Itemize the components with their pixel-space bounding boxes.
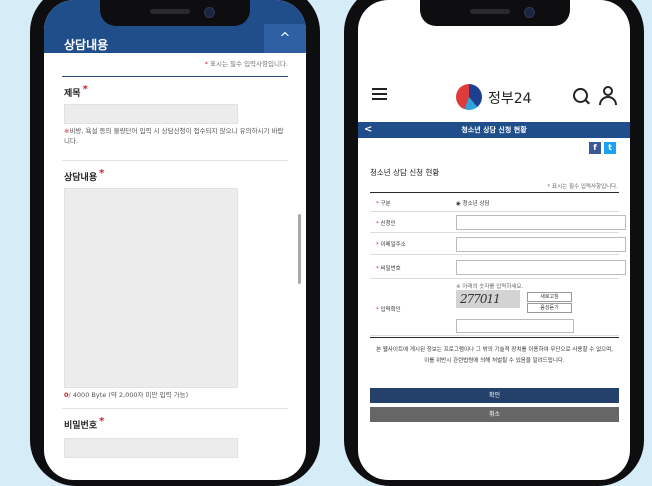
notice-line-1: 본 웹사이트에 게시된 정보는 프로그램이나 그 밖의 기술적 장치를 이용하여… bbox=[376, 347, 613, 353]
password-label: 비밀번호 * bbox=[64, 416, 105, 431]
gov24-logo-icon[interactable] bbox=[456, 84, 482, 110]
applicant-input[interactable] bbox=[456, 215, 626, 230]
form-row-applicant: * 신청인 bbox=[370, 212, 626, 233]
password-input[interactable] bbox=[456, 260, 626, 275]
required-star: * bbox=[204, 60, 208, 68]
twitter-share-icon[interactable]: t bbox=[604, 142, 616, 154]
collapse-toggle-button[interactable]: ^ bbox=[264, 24, 306, 53]
type-radio[interactable]: ◉ 청소년 상담 bbox=[456, 199, 490, 207]
left-phone-screen: 상담내용 ^ * 표시는 필수 입력사항입니다. 제목 * ※비방, 욕설 등의 … bbox=[44, 0, 306, 480]
required-note: * 표시는 필수 입력사항입니다. bbox=[205, 58, 288, 68]
audio-captcha-button[interactable]: 음성듣기 bbox=[527, 303, 572, 313]
phone-notch bbox=[420, 0, 570, 26]
left-phone-frame: 상담내용 ^ * 표시는 필수 입력사항입니다. 제목 * ※비방, 욕설 등의 … bbox=[30, 0, 320, 486]
copyright-notice: 본 웹사이트에 게시된 정보는 프로그램이나 그 밖의 기술적 장치를 이용하여… bbox=[370, 345, 619, 367]
facebook-share-icon[interactable]: f bbox=[589, 142, 601, 154]
password-label: * 비밀번호 bbox=[376, 266, 401, 272]
content-textarea[interactable] bbox=[64, 188, 238, 388]
title-input[interactable] bbox=[64, 104, 238, 124]
title-warning: ※비방, 욕설 등의 불량단어 입력 시 상담신청이 접수되지 않으니 유의하시… bbox=[64, 126, 289, 146]
captcha-label-text: 입력확인 bbox=[380, 307, 401, 313]
password-label-text: 비밀번호 bbox=[380, 266, 401, 272]
password-required-star: * bbox=[99, 416, 105, 427]
byte-counter: 0/ 4000 Byte (약 2,000자 미만 입력 가능) bbox=[64, 390, 289, 400]
phone-notch bbox=[100, 0, 250, 26]
title-label: 제목 * bbox=[64, 84, 88, 99]
site-header: 정부24 bbox=[358, 80, 630, 110]
email-input[interactable] bbox=[456, 237, 626, 252]
form-bottom-border bbox=[370, 337, 619, 338]
hamburger-menu-icon[interactable] bbox=[372, 88, 387, 103]
content-label-text: 상담내용 bbox=[64, 173, 98, 183]
scrollbar[interactable] bbox=[298, 214, 301, 284]
divider bbox=[62, 160, 288, 161]
form-row-captcha: * 입력확인 ※ 아래의 숫자를 입력하세요. 277011 새로고침 음성듣기 bbox=[370, 279, 619, 336]
logo-text[interactable]: 정부24 bbox=[488, 88, 532, 108]
captcha-image: 277011 bbox=[456, 290, 520, 308]
section-divider bbox=[62, 76, 288, 77]
type-label: * 구분 bbox=[376, 201, 391, 207]
password-input[interactable] bbox=[64, 438, 238, 458]
type-label-text: 구분 bbox=[380, 201, 391, 207]
section-title: 청소년 상담 신청 현황 bbox=[370, 168, 440, 177]
camera-icon bbox=[524, 7, 535, 18]
page-title-bar: < 청소년 상담 신청 현황 bbox=[358, 122, 630, 138]
title-warning-text: 비방, 욕설 등의 불량단어 입력 시 상담신청이 접수되지 않으니 유의하시기… bbox=[64, 127, 284, 145]
form-row-type: * 구분 ◉ 청소년 상담 bbox=[370, 193, 619, 212]
confirm-button[interactable]: 확인 bbox=[370, 388, 619, 403]
notice-line-2: 이를 위반시 관련법령에 의해 처벌될 수 있음을 알려드립니다. bbox=[424, 358, 565, 364]
header-title: 상담내용 bbox=[64, 38, 109, 52]
required-note-text: 표시는 필수 입력사항입니다. bbox=[210, 60, 288, 68]
email-label-text: 이메일주소 bbox=[380, 242, 406, 248]
applicant-label-text: 신청인 bbox=[380, 221, 396, 227]
search-icon[interactable] bbox=[573, 88, 588, 103]
byte-limit: / 4000 Byte (약 2,000자 미만 입력 가능) bbox=[68, 391, 189, 399]
refresh-captcha-button[interactable]: 새로고침 bbox=[527, 292, 572, 302]
password-label-text: 비밀번호 bbox=[64, 421, 98, 431]
form-row-password: * 비밀번호 bbox=[370, 255, 626, 279]
content-required-star: * bbox=[99, 168, 105, 179]
captcha-input[interactable] bbox=[456, 319, 574, 333]
page-bar-title: 청소년 상담 신청 현황 bbox=[461, 126, 527, 134]
content-label: 상담내용 * bbox=[64, 168, 105, 183]
required-note: * 표시는 필수 입력사항입니다. bbox=[547, 184, 618, 190]
right-phone-frame: 정부24 < 청소년 상담 신청 현황 f t 청소년 상담 신청 현황 * 표… bbox=[344, 0, 644, 486]
captcha-hint: ※ 아래의 숫자를 입력하세요. bbox=[456, 284, 524, 290]
email-label: * 이메일주소 bbox=[376, 242, 406, 248]
title-label-text: 제목 bbox=[64, 89, 81, 99]
right-phone-screen: 정부24 < 청소년 상담 신청 현황 f t 청소년 상담 신청 현황 * 표… bbox=[358, 0, 630, 480]
form-row-email: * 이메일주소 bbox=[370, 233, 626, 255]
back-arrow-icon[interactable]: < bbox=[364, 122, 372, 138]
cancel-button[interactable]: 취소 bbox=[370, 407, 619, 422]
captcha-label: * 입력확인 bbox=[376, 307, 401, 313]
divider bbox=[62, 408, 288, 409]
user-icon[interactable] bbox=[598, 86, 618, 106]
applicant-label: * 신청인 bbox=[376, 221, 396, 227]
camera-icon bbox=[204, 7, 215, 18]
title-required-star: * bbox=[82, 84, 88, 95]
